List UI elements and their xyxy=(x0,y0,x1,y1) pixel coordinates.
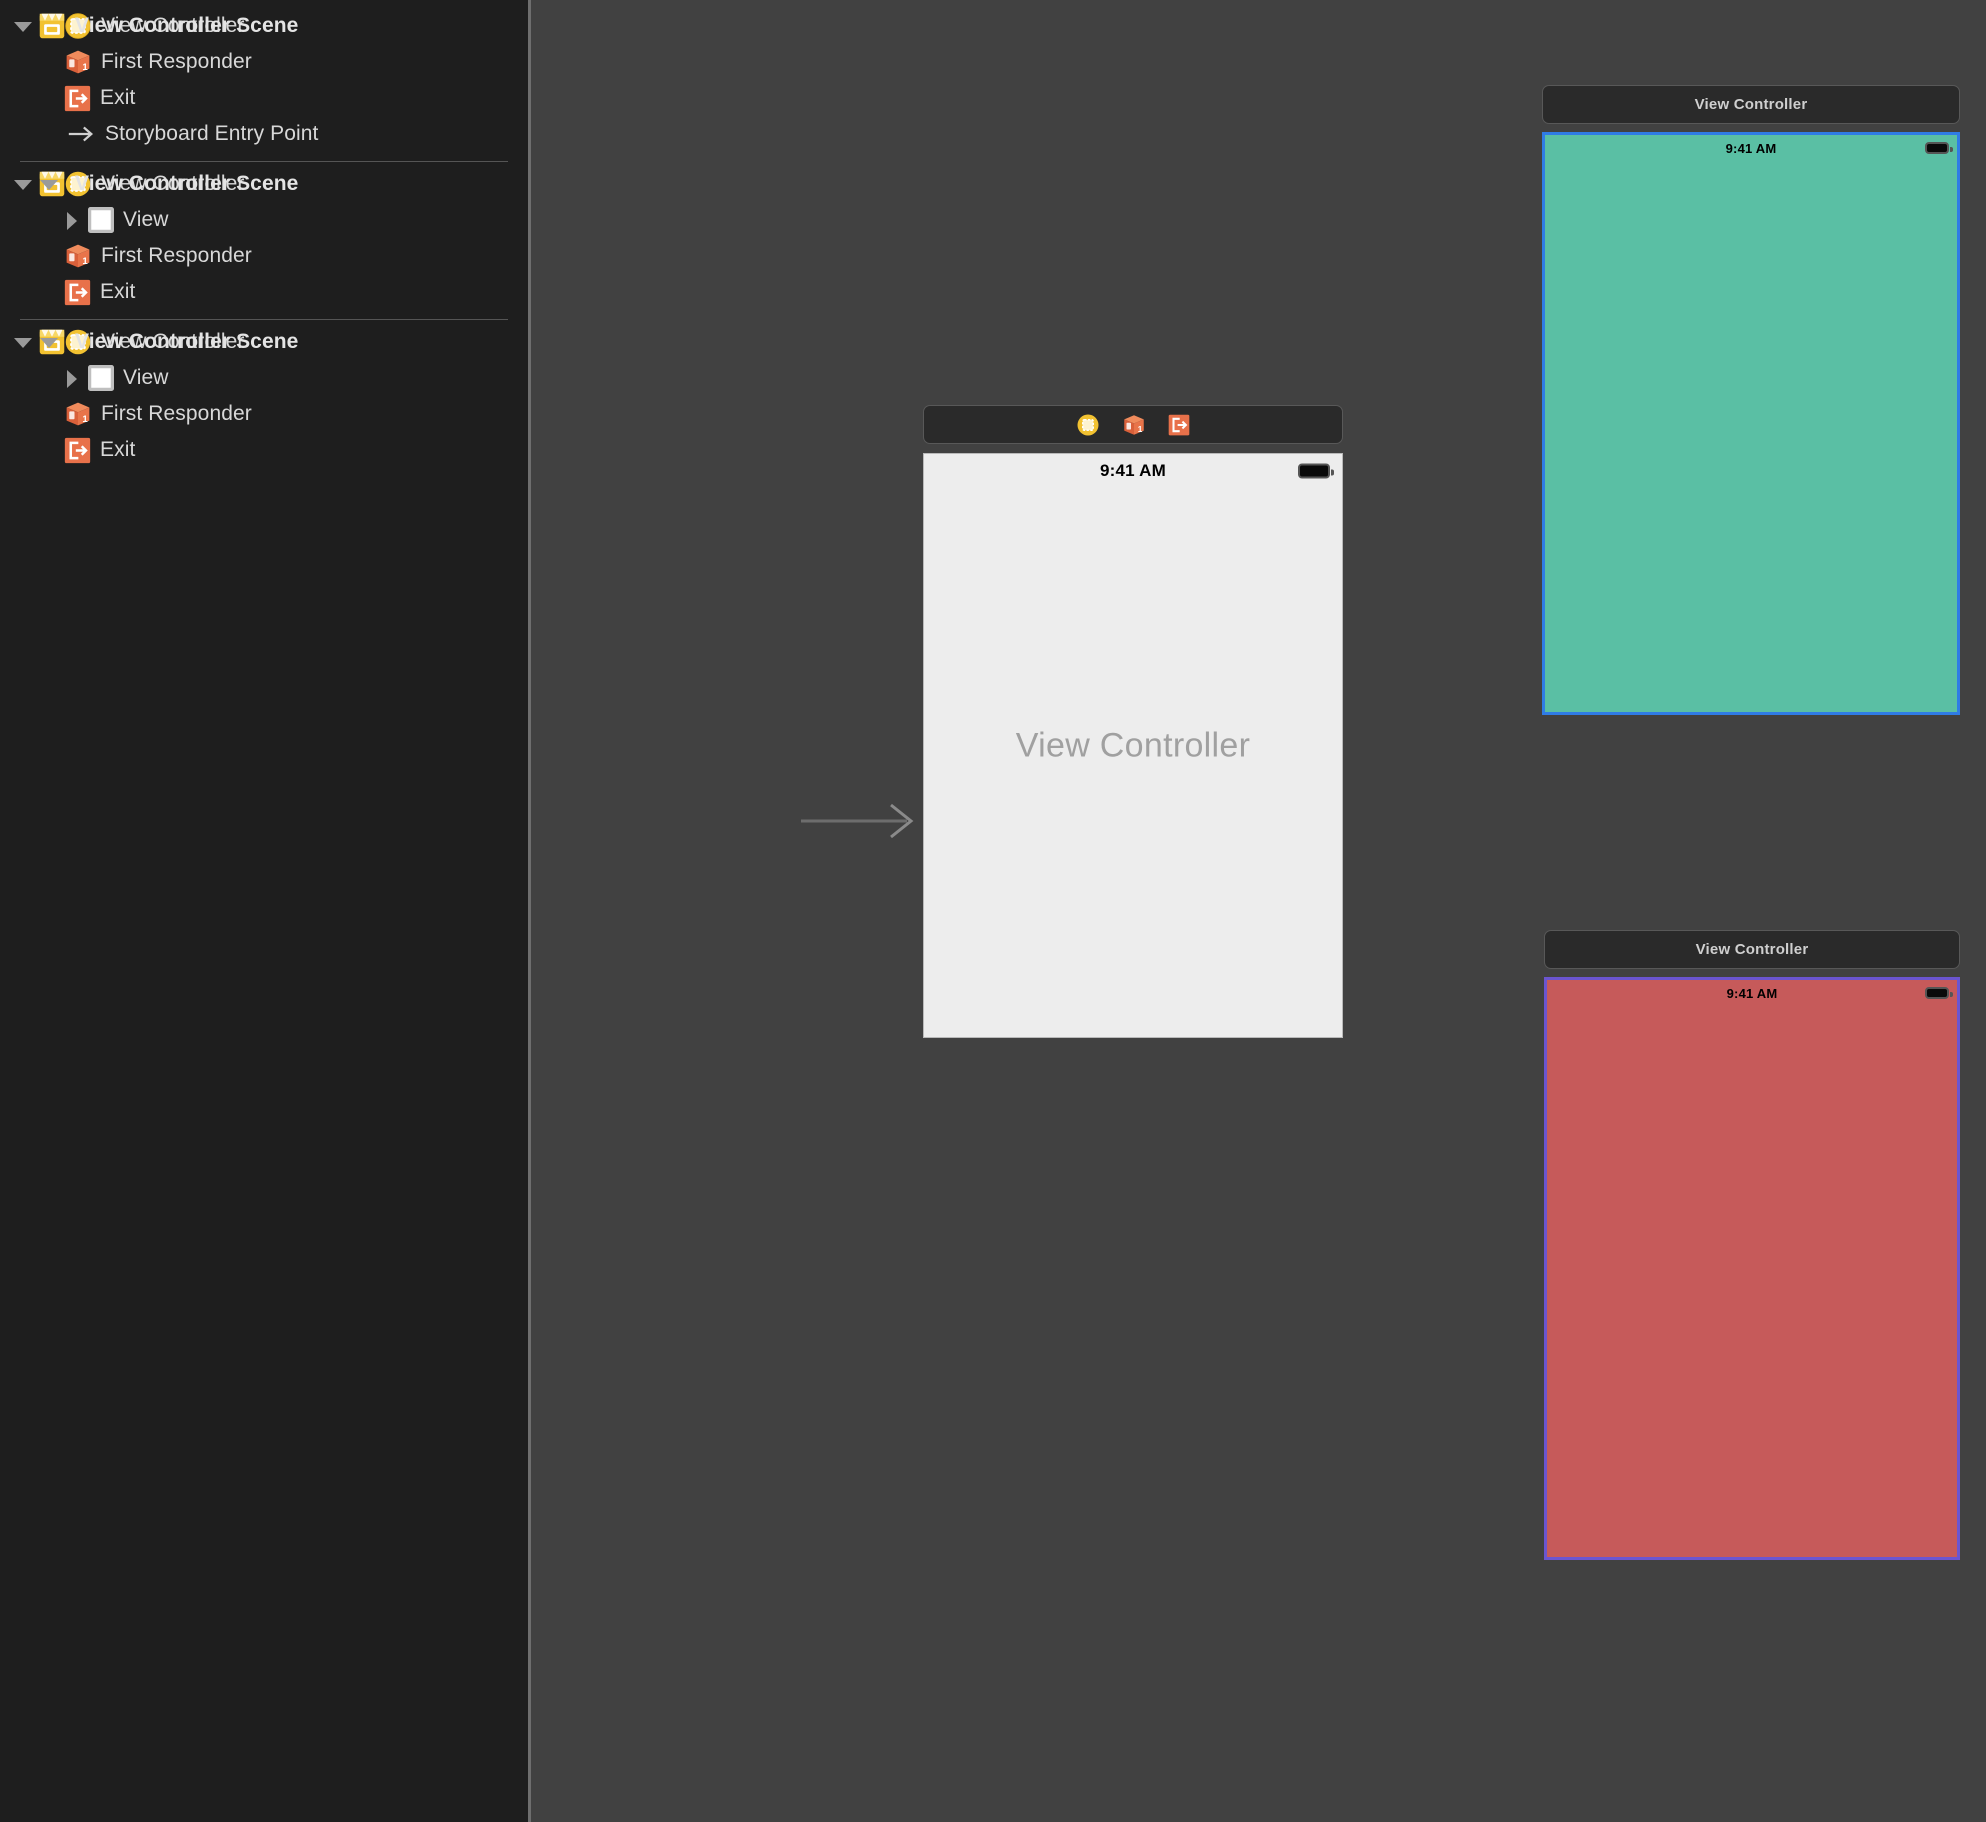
outline-row-label: Exit xyxy=(100,86,136,109)
teal-scene-device-canvas[interactable]: 9:41 AM xyxy=(1542,132,1960,715)
outline-row-view[interactable]: View xyxy=(0,360,528,396)
chevron-down-icon[interactable] xyxy=(36,330,60,354)
scene-dock-title: View Controller xyxy=(1694,96,1808,113)
red-scene-device-canvas[interactable]: 9:41 AM xyxy=(1544,977,1960,1560)
status-bar-time: 9:41 AM xyxy=(1725,140,1777,156)
interface-builder-window: View Controller Scene View Controller 1 … xyxy=(0,0,1986,1822)
outline-row-label: First Responder xyxy=(101,244,252,267)
no-chevron-icon xyxy=(36,244,60,268)
no-chevron-icon xyxy=(36,402,60,426)
status-bar: 9:41 AM xyxy=(1545,135,1957,161)
main-scene-device-canvas[interactable]: 9:41 AM View Controller xyxy=(923,453,1343,1038)
svg-text:1: 1 xyxy=(82,62,88,73)
battery-icon xyxy=(1925,142,1953,154)
outline-row-label: Exit xyxy=(100,438,136,461)
storyboard-canvas[interactable]: 1 9:41 AM View Controller View Controlle… xyxy=(531,0,1986,1822)
outline-row-storyboard-entry-point[interactable]: Storyboard Entry Point xyxy=(0,116,528,152)
first-responder-icon: 1 xyxy=(66,50,90,74)
battery-icon xyxy=(1298,463,1334,479)
outline-row-first-responder[interactable]: 1 First Responder xyxy=(0,44,528,80)
outline-row-label: View Controller Scene xyxy=(75,172,299,195)
svg-text:1: 1 xyxy=(82,256,88,267)
outline-row-view[interactable]: View xyxy=(0,202,528,238)
group-divider xyxy=(20,161,508,162)
outline-row-label: View xyxy=(123,208,169,231)
outline-row-label: View Controller Scene xyxy=(75,14,299,37)
first-responder-icon: 1 xyxy=(66,244,90,268)
no-chevron-icon xyxy=(36,14,60,38)
exit-icon xyxy=(64,437,91,463)
outline-row-exit[interactable]: Exit xyxy=(0,432,528,468)
status-bar-time: 9:41 AM xyxy=(1726,985,1778,1001)
first-responder-icon[interactable]: 1 xyxy=(1122,413,1146,437)
outline-row-label: First Responder xyxy=(101,50,252,73)
scene-dock-bar[interactable]: View Controller xyxy=(1544,930,1960,969)
scene-group-1: View Controller Scene View Controller 1 … xyxy=(0,8,528,162)
outline-row-exit[interactable]: Exit xyxy=(0,274,528,310)
outline-row-first-responder[interactable]: 1 First Responder xyxy=(0,238,528,274)
view-controller-icon[interactable] xyxy=(1076,413,1100,437)
outline-row-label: Storyboard Entry Point xyxy=(105,122,319,145)
svg-text:1: 1 xyxy=(82,414,88,425)
scene-group-3: View Controller Scene View Controller Vi… xyxy=(0,324,528,468)
storyboard-entry-point-arrow xyxy=(801,803,914,839)
chevron-right-icon[interactable] xyxy=(60,208,84,232)
outline-row-first-responder[interactable]: 1 First Responder xyxy=(0,396,528,432)
first-responder-icon: 1 xyxy=(66,402,90,426)
status-bar: 9:41 AM xyxy=(924,454,1342,488)
no-chevron-icon xyxy=(36,86,60,110)
no-chevron-icon xyxy=(36,50,60,74)
outline-row-label: Exit xyxy=(100,280,136,303)
view-controller-placeholder-label: View Controller xyxy=(1015,726,1251,764)
exit-icon xyxy=(64,85,91,111)
scene-group-2: View Controller Scene View Controller Vi… xyxy=(0,166,528,320)
status-bar: 9:41 AM xyxy=(1547,980,1957,1006)
view-icon xyxy=(88,365,114,391)
scene-dock-bar[interactable]: View Controller xyxy=(1542,85,1960,124)
no-chevron-icon xyxy=(36,122,60,146)
main-view-controller-scene[interactable]: 1 9:41 AM View Controller xyxy=(923,405,1343,1038)
entry-point-arrow-icon xyxy=(68,126,94,142)
teal-view-controller-scene[interactable]: View Controller 9:41 AM xyxy=(1542,85,1960,715)
exit-icon[interactable] xyxy=(1168,414,1190,436)
outline-row-label: View xyxy=(123,366,169,389)
chevron-down-icon[interactable] xyxy=(10,172,34,196)
exit-icon xyxy=(64,279,91,305)
outline-row-label: View Controller Scene xyxy=(75,330,299,353)
document-outline-panel[interactable]: View Controller Scene View Controller 1 … xyxy=(0,0,531,1822)
chevron-down-icon[interactable] xyxy=(36,172,60,196)
chevron-right-icon[interactable] xyxy=(60,366,84,390)
battery-icon xyxy=(1925,987,1953,999)
red-view-controller-scene[interactable]: View Controller 9:41 AM xyxy=(1544,930,1960,1560)
scene-dock-bar[interactable]: 1 xyxy=(923,405,1343,444)
outline-row-exit[interactable]: Exit xyxy=(0,80,528,116)
scene-dock-title: View Controller xyxy=(1695,941,1809,958)
no-chevron-icon xyxy=(36,438,60,462)
chevron-down-icon[interactable] xyxy=(10,14,34,38)
chevron-down-icon[interactable] xyxy=(10,330,34,354)
view-icon xyxy=(88,207,114,233)
svg-text:1: 1 xyxy=(1138,424,1143,433)
outline-row-label: First Responder xyxy=(101,402,252,425)
status-bar-time: 9:41 AM xyxy=(1100,461,1166,480)
group-divider xyxy=(20,319,508,320)
no-chevron-icon xyxy=(36,280,60,304)
